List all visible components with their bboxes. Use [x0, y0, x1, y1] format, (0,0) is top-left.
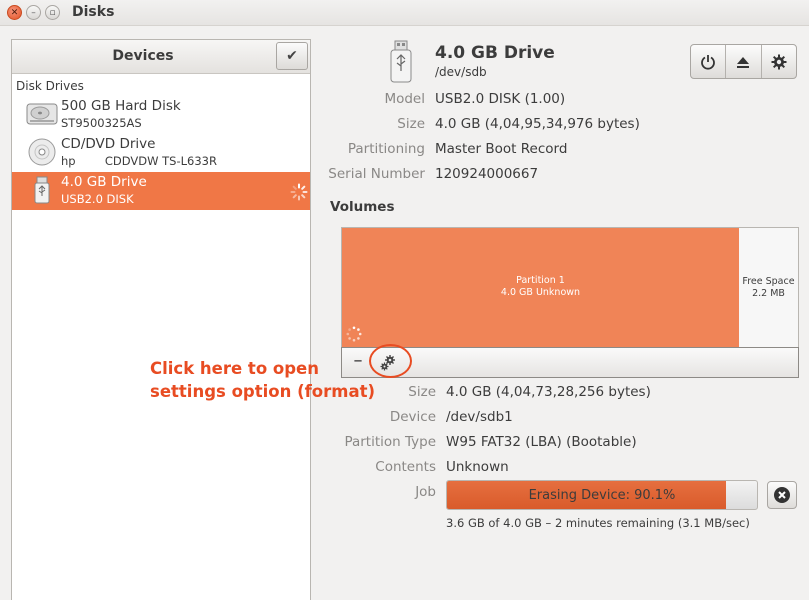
hard-disk-icon: [26, 103, 58, 125]
maximize-window-icon[interactable]: ▫: [45, 5, 60, 20]
sidebar-title: Devices: [112, 48, 174, 64]
model-value: USB2.0 DISK (1.00): [435, 91, 566, 107]
annotation-line-1: Click here to open: [150, 359, 319, 378]
device-name: CD/DVD Drive: [61, 136, 156, 152]
usb-drive-icon: [34, 176, 50, 204]
cancel-job-button[interactable]: [767, 481, 797, 509]
power-off-button[interactable]: [691, 45, 727, 78]
sidebar-item-usb-drive[interactable]: 4.0 GB Drive USB2.0 DISK: [12, 172, 310, 210]
devices-sidebar: Devices ✔ Disk Drives 500 GB Hard Disk S…: [11, 39, 311, 600]
volume-size-label: Size: [408, 384, 436, 400]
section-disk-drives: Disk Drives: [16, 79, 84, 93]
serial-number-value: 120924000667: [435, 166, 539, 182]
power-icon: [701, 54, 716, 70]
checkmark-icon: ✔: [286, 48, 298, 64]
close-window-icon[interactable]: ✕: [7, 5, 22, 20]
partition-name: Partition 1: [516, 275, 565, 286]
device-label: Device: [389, 409, 436, 425]
serial-number-label: Serial Number: [328, 166, 425, 182]
optical-drive-icon: [28, 138, 56, 166]
device-name: 4.0 GB Drive: [61, 174, 147, 190]
partition-type-value: W95 FAT32 (LBA) (Bootable): [446, 434, 637, 450]
sidebar-header: Devices ✔: [12, 40, 310, 74]
size-label: Size: [397, 116, 425, 132]
contents-value: Unknown: [446, 459, 509, 475]
eject-icon: [737, 56, 750, 68]
partitioning-value: Master Boot Record: [435, 141, 568, 157]
device-value: /dev/sdb1: [446, 409, 513, 425]
contents-label: Contents: [375, 459, 436, 475]
job-detail: 3.6 GB of 4.0 GB – 2 minutes remaining (…: [446, 516, 750, 530]
drive-title: 4.0 GB Drive: [435, 43, 555, 63]
drive-path: /dev/sdb: [435, 65, 487, 79]
gear-icon: [771, 54, 787, 69]
cancel-icon: [774, 487, 790, 503]
volume-map: Partition 1 4.0 GB Unknown Free Space 2.…: [341, 227, 799, 349]
title-bar: ✕ – ▫ Disks: [0, 0, 809, 26]
partition-type-label: Partition Type: [344, 434, 436, 450]
partition-description: 4.0 GB Unknown: [500, 287, 581, 298]
sidebar-item-hard-disk[interactable]: 500 GB Hard Disk ST9500325AS: [12, 96, 310, 134]
job-progress-text: Erasing Device: 90.1%: [528, 488, 676, 503]
busy-spinner-icon: [290, 183, 308, 201]
partition-1-block[interactable]: Partition 1 4.0 GB Unknown: [342, 228, 739, 348]
size-value: 4.0 GB (4,04,95,34,976 bytes): [435, 116, 640, 132]
device-model: ST9500325AS: [61, 116, 142, 130]
drive-toolbar: [690, 44, 797, 79]
free-space-block[interactable]: Free Space 2.2 MB: [739, 228, 798, 348]
usb-drive-large-icon: [390, 40, 412, 83]
minimize-window-icon[interactable]: –: [26, 5, 41, 20]
sidebar-item-optical-drive[interactable]: CD/DVD Drive hp CDDVDW TS-L633R: [12, 134, 310, 172]
device-name: 500 GB Hard Disk: [61, 98, 181, 114]
window-title: Disks: [72, 4, 115, 20]
device-model: USB2.0 DISK: [61, 192, 134, 206]
partitioning-label: Partitioning: [347, 141, 425, 157]
device-model: hp CDDVDW TS-L633R: [61, 154, 217, 168]
free-space-size: 2.2 MB: [752, 288, 785, 299]
volumes-heading: Volumes: [330, 199, 395, 215]
busy-spinner-icon: [346, 326, 362, 342]
free-space-label: Free Space: [742, 276, 795, 287]
drive-settings-button[interactable]: [762, 45, 796, 78]
job-label: Job: [415, 484, 436, 500]
job-progress-bar: Erasing Device: 90.1%: [446, 480, 758, 510]
volume-size-value: 4.0 GB (4,04,73,28,256 bytes): [446, 384, 651, 400]
model-label: Model: [384, 91, 425, 107]
eject-button[interactable]: [726, 45, 762, 78]
select-mode-button[interactable]: ✔: [276, 42, 308, 70]
